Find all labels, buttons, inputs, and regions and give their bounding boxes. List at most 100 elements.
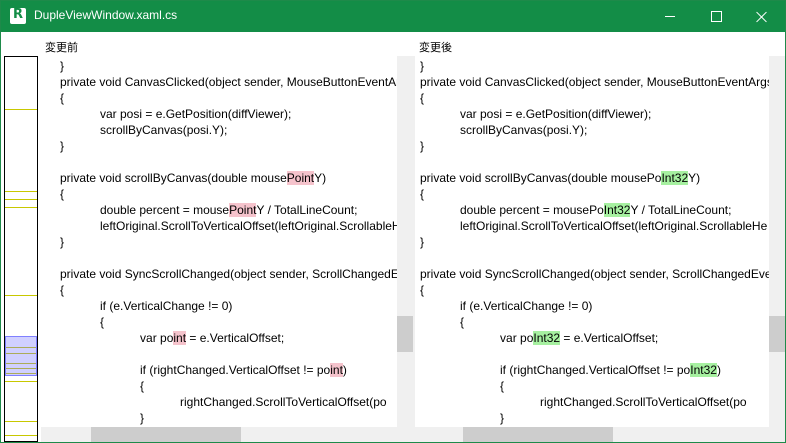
code-line: private void scrollByCanvas(double mouse…: [60, 170, 326, 186]
code-text: = e.VerticalOffset;: [186, 331, 285, 345]
code-text: ): [342, 363, 347, 377]
minimize-icon: [665, 16, 675, 17]
code-line: if (rightChanged.VerticalOffset != point…: [60, 362, 347, 378]
code-text: }: [60, 235, 65, 249]
code-text: {: [420, 283, 425, 297]
code-line: }: [420, 58, 424, 74]
right-horizontal-scroll-thumb[interactable]: [463, 427, 613, 442]
left-horizontal-scrollbar[interactable]: [41, 427, 413, 442]
code-line: var poInt32 = e.VerticalOffset;: [420, 330, 658, 346]
code-text: leftOriginal.ScrollToVerticalOffset(left…: [60, 219, 397, 233]
code-line: }: [420, 410, 504, 426]
code-line: }: [60, 138, 64, 154]
added-text-highlight: Int32: [533, 331, 561, 345]
code-text: Y): [314, 171, 327, 185]
right-pane-label: 変更後: [419, 41, 452, 54]
code-text: private void CanvasClicked(object sender…: [420, 75, 769, 89]
code-line: rightChanged.ScrollToVerticalOffset(po: [60, 394, 387, 410]
left-code-pane[interactable]: } private void CanvasClicked(object sende…: [60, 56, 397, 427]
code-text: {: [60, 315, 105, 329]
right-horizontal-scrollbar[interactable]: [415, 427, 785, 442]
code-text: scrollByCanvas(posi.Y);: [420, 123, 588, 137]
code-text: private void scrollByCanvas(double mouse: [60, 171, 287, 185]
code-text: private void scrollByCanvas(double mouse…: [420, 171, 662, 185]
left-pane-label: 変更前: [45, 41, 78, 54]
code-line: {: [420, 282, 424, 298]
code-line: {: [420, 314, 464, 330]
overview-change-marker: [5, 199, 37, 200]
right-code-pane[interactable]: } private void CanvasClicked(object sende…: [420, 56, 769, 427]
added-text-highlight: Int32: [690, 363, 717, 377]
code-line: var posi = e.GetPosition(diffViewer);: [60, 106, 291, 122]
code-text: {: [420, 91, 425, 105]
code-line: private void CanvasClicked(object sender…: [420, 74, 769, 90]
code-text: }: [420, 139, 425, 153]
code-line: var posi = e.GetPosition(diffViewer);: [420, 106, 651, 122]
code-line: {: [420, 378, 504, 394]
code-text: if (rightChanged.VerticalOffset != po: [60, 363, 331, 377]
code-text: var posi = e.GetPosition(diffViewer);: [420, 107, 652, 121]
code-text: {: [60, 379, 145, 393]
code-text: private void CanvasClicked(object sender…: [60, 75, 397, 89]
code-line: }: [420, 234, 424, 250]
window-title: DupleViewWindow.xaml.cs: [34, 8, 178, 22]
code-line: private void CanvasClicked(object sender…: [60, 74, 397, 90]
code-line: {: [60, 314, 104, 330]
right-vertical-scroll-thumb[interactable]: [769, 316, 785, 352]
code-line: }: [60, 234, 64, 250]
code-text: if (e.VerticalChange != 0): [60, 299, 233, 313]
deleted-text-highlight: int: [330, 363, 343, 377]
code-line: private void SyncScrollChanged(object se…: [420, 266, 769, 282]
overview-change-marker: [5, 191, 37, 192]
code-text: Y): [688, 171, 701, 185]
code-line: leftOriginal.ScrollToVerticalOffset(left…: [420, 218, 767, 234]
code-line: {: [420, 90, 424, 106]
added-text-highlight: Int32: [661, 171, 689, 185]
code-line: scrollByCanvas(posi.Y);: [60, 122, 227, 138]
code-line: rightChanged.ScrollToVerticalOffset(po: [420, 394, 747, 410]
code-line: if (e.VerticalChange != 0): [420, 298, 592, 314]
right-vertical-scrollbar[interactable]: [769, 56, 785, 427]
code-line: if (e.VerticalChange != 0): [60, 298, 232, 314]
code-line: {: [60, 378, 144, 394]
code-text: double percent = mouse: [60, 203, 230, 217]
code-text: {: [60, 283, 65, 297]
left-vertical-scrollbar[interactable]: [397, 56, 413, 427]
code-text: var posi = e.GetPosition(diffViewer);: [60, 107, 292, 121]
overview-change-marker: [5, 109, 37, 110]
code-text: {: [420, 379, 505, 393]
left-horizontal-scroll-thumb[interactable]: [91, 427, 241, 442]
code-text: private void SyncScrollChanged(object se…: [60, 267, 397, 281]
overview-viewport[interactable]: [5, 336, 37, 376]
code-line: {: [60, 90, 64, 106]
code-text: {: [420, 315, 465, 329]
code-text: double percent = mousePo: [420, 203, 604, 217]
code-line: leftOriginal.ScrollToVerticalOffset(left…: [60, 218, 397, 234]
code-line: {: [60, 282, 64, 298]
minimize-button[interactable]: [647, 1, 693, 32]
code-text: = e.VerticalOffset;: [560, 331, 659, 345]
left-vertical-scroll-thumb[interactable]: [397, 316, 413, 352]
code-text: if (e.VerticalChange != 0): [420, 299, 593, 313]
code-line: var point = e.VerticalOffset;: [60, 330, 284, 346]
code-line: scrollByCanvas(posi.Y);: [420, 122, 587, 138]
title-bar[interactable]: DupleViewWindow.xaml.cs: [1, 1, 785, 32]
maximize-button[interactable]: [693, 1, 739, 32]
code-line: }: [60, 58, 64, 74]
code-text: if (rightChanged.VerticalOffset != po: [420, 363, 691, 377]
code-line: }: [420, 138, 424, 154]
code-text: ): [716, 363, 721, 377]
close-button[interactable]: [739, 1, 785, 32]
deleted-text-highlight: int: [173, 331, 187, 345]
diff-overview-map[interactable]: [4, 56, 38, 442]
overview-change-marker: [5, 435, 37, 436]
maximize-icon: [710, 11, 722, 22]
code-text: }: [60, 411, 145, 425]
added-text-highlight: Int32: [603, 203, 631, 217]
code-text: }: [60, 139, 65, 153]
code-text: }: [420, 235, 425, 249]
code-text: rightChanged.ScrollToVerticalOffset(po: [60, 395, 387, 409]
code-text: leftOriginal.ScrollToVerticalOffset(left…: [420, 219, 768, 233]
deleted-text-highlight: Point: [286, 171, 315, 185]
code-text: }: [420, 59, 425, 73]
